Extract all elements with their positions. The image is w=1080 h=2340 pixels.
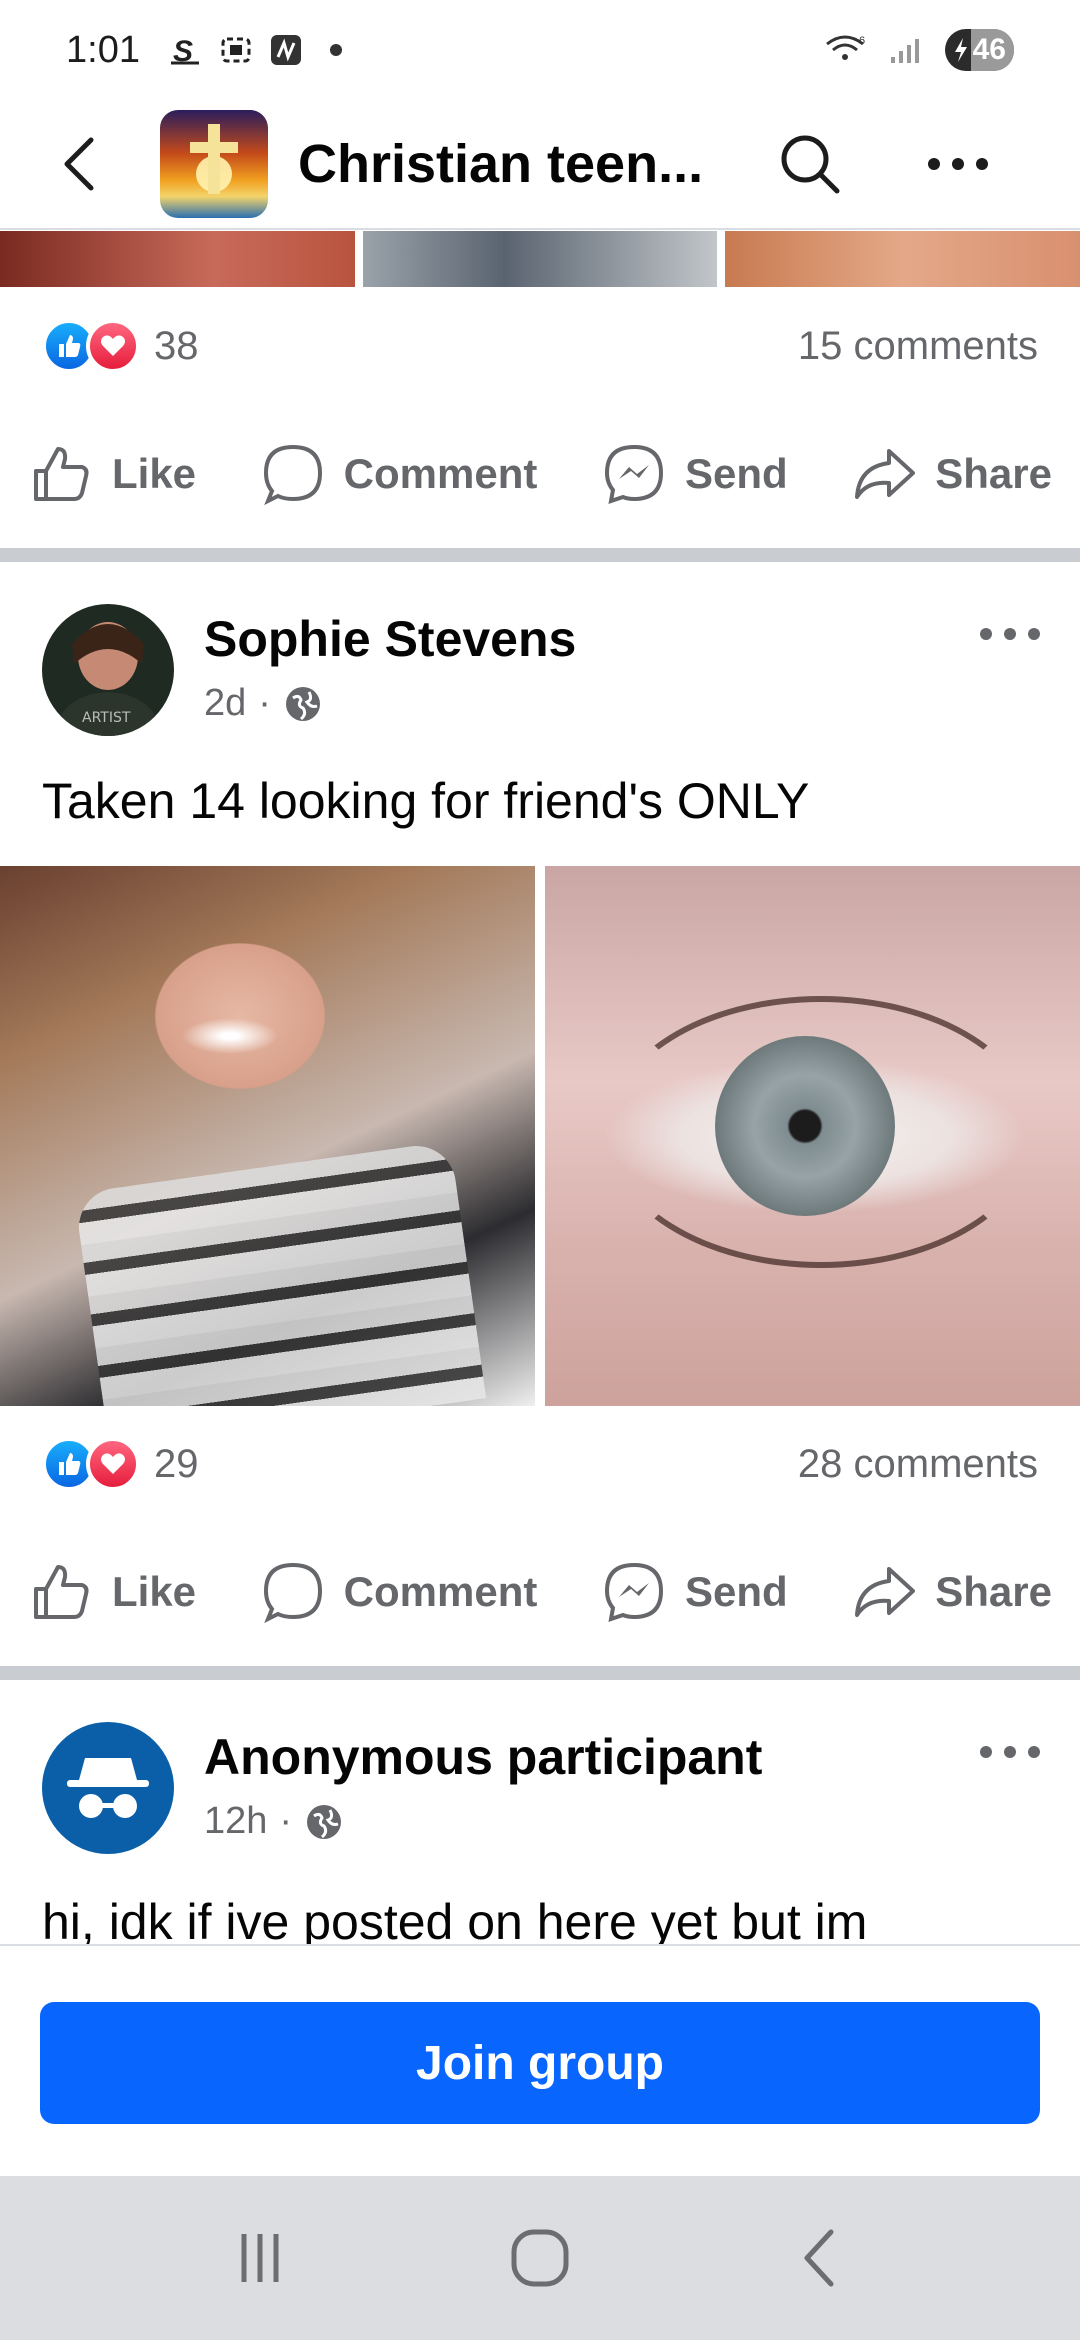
more-options-button[interactable] [918, 124, 998, 204]
post-divider [0, 1666, 1080, 1680]
recents-icon [241, 2234, 279, 2282]
more-icon [980, 628, 1040, 640]
share-icon [855, 1567, 916, 1617]
like-icon [34, 1565, 89, 1619]
signal-icon [887, 32, 927, 68]
post-photos[interactable] [0, 866, 1080, 1406]
reactions-summary[interactable]: 38 15 comments [0, 296, 1080, 396]
post-more-button[interactable] [970, 1722, 1050, 1782]
back-icon [804, 2229, 834, 2287]
photo-thumbnail[interactable] [725, 231, 1080, 287]
home-button[interactable] [480, 2208, 600, 2308]
group-title[interactable]: Christian teen... [298, 133, 718, 195]
post-text: hi, idk if ive posted on here yet but im [42, 1894, 868, 1944]
avatar[interactable]: ARTIST [42, 604, 174, 736]
share-button[interactable]: Share [851, 441, 1052, 507]
send-button[interactable]: Send [601, 441, 788, 507]
back-button[interactable] [40, 124, 120, 204]
charging-icon [954, 38, 967, 62]
app-s-icon: S [168, 32, 204, 68]
comment-icon [263, 444, 322, 506]
post-header: ARTIST Sophie Stevens 2d · [0, 604, 1080, 744]
system-back-button[interactable] [760, 2208, 880, 2308]
comment-button[interactable]: Comment [260, 441, 537, 507]
like-icon [34, 447, 89, 501]
back-arrow-icon [64, 137, 94, 191]
photo-thumbnail[interactable] [362, 231, 718, 287]
recent-apps-button[interactable] [200, 2208, 320, 2308]
app-n-icon [268, 32, 304, 68]
comment-button[interactable]: Comment [260, 1559, 537, 1625]
globe-icon [307, 1804, 342, 1839]
messenger-icon [604, 1562, 663, 1622]
search-button[interactable] [770, 124, 850, 204]
cross-image-icon [190, 124, 238, 194]
reaction-count: 38 [154, 323, 199, 368]
svg-text:6: 6 [859, 35, 865, 47]
post-header: Anonymous participant 12h · [0, 1722, 1080, 1862]
reaction-count: 29 [154, 1441, 199, 1486]
more-icon [928, 158, 988, 170]
love-reaction-icon [86, 319, 140, 373]
svg-text:ARTIST: ARTIST [82, 710, 131, 726]
anonymous-avatar[interactable] [42, 1722, 174, 1854]
post-actions: Like Comment Send Share [0, 1542, 1080, 1642]
post-photo[interactable] [545, 866, 1080, 1406]
like-button[interactable]: Like [28, 441, 196, 507]
post-text: Taken 14 looking for friend's ONLY [42, 773, 810, 829]
status-time: 1:01 [66, 28, 140, 71]
system-nav-bar [0, 2176, 1080, 2340]
home-icon [511, 2229, 569, 2287]
comments-count[interactable]: 28 comments [798, 1442, 1038, 1487]
share-button[interactable]: Share [851, 1559, 1052, 1625]
post-time[interactable]: 12h [204, 1800, 267, 1843]
search-icon [781, 135, 840, 194]
wifi-icon: 6 [823, 32, 869, 68]
post-time[interactable]: 2d [204, 682, 246, 725]
notification-dot-icon [318, 32, 354, 68]
send-button[interactable]: Send [601, 1559, 788, 1625]
reactions-summary[interactable]: 29 28 comments [0, 1414, 1080, 1514]
like-button[interactable]: Like [28, 1559, 196, 1625]
more-icon [980, 1746, 1040, 1758]
post-author[interactable]: Sophie Stevens [204, 610, 576, 668]
group-header: Christian teen... [0, 100, 1080, 230]
incognito-icon [67, 1758, 149, 1818]
comment-icon [263, 1562, 322, 1624]
post-more-button[interactable] [970, 604, 1050, 664]
group-avatar[interactable] [160, 110, 268, 218]
previous-post-photos[interactable] [0, 231, 1080, 287]
status-bar: 1:01 S 6 46 [0, 0, 1080, 100]
join-group-button[interactable]: Join group [40, 2002, 1040, 2124]
battery-indicator: 46 [944, 29, 1014, 71]
footer-divider [0, 1944, 1080, 1946]
love-reaction-icon [86, 1437, 140, 1491]
post-divider [0, 548, 1080, 562]
comments-count[interactable]: 15 comments [798, 324, 1038, 369]
share-icon [855, 449, 916, 499]
messenger-icon [604, 444, 663, 504]
globe-icon [285, 686, 320, 721]
photo-thumbnail[interactable] [0, 231, 355, 287]
post-author[interactable]: Anonymous participant [204, 1728, 762, 1786]
screenshot-icon [218, 32, 254, 68]
post-actions: Like Comment Send Share [0, 424, 1080, 524]
post-photo[interactable] [0, 866, 535, 1406]
